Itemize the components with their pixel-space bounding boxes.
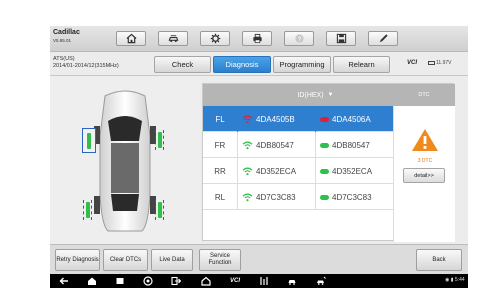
tire-position: FR — [203, 132, 238, 158]
car-diagram — [50, 76, 200, 244]
settings-button[interactable] — [200, 31, 230, 46]
signal-icon — [242, 167, 253, 175]
system-nav-bar: VCI ◉ ▮ 5:44 — [50, 274, 468, 288]
vehicle-manager-button[interactable] — [158, 31, 188, 46]
autel-home-icon[interactable] — [200, 276, 212, 286]
print-icon — [252, 33, 262, 43]
table-row[interactable]: FL 4DA4505B 4DA4506A — [203, 106, 393, 132]
top-toolbar: Cadillac V5.95.01 ? — [50, 26, 468, 52]
sensor-id-read: 4DB80547 — [256, 140, 294, 150]
nav-home-icon[interactable] — [86, 276, 98, 286]
save-button[interactable] — [326, 31, 356, 46]
signal-icon — [242, 115, 253, 123]
edit-icon — [379, 34, 388, 43]
vci-indicator: VCI — [407, 60, 418, 66]
tab-diagnosis[interactable]: Diagnosis — [213, 56, 271, 73]
battery-icon — [428, 60, 435, 65]
nav-back-icon[interactable] — [58, 276, 70, 286]
tire-position: RR — [203, 158, 238, 184]
exit-icon[interactable] — [170, 276, 182, 286]
table-row[interactable]: RR 4D352ECA 4D352ECA — [203, 158, 393, 184]
connection-icon[interactable] — [258, 276, 270, 286]
device-screen: Cadillac V5.95.01 ? ATS(US) 2014/01-2014… — [50, 26, 468, 288]
tire-rr-indicator[interactable] — [155, 200, 164, 220]
table-row[interactable]: RL 4D7C3C83 4D7C3C83 — [203, 184, 393, 210]
ecu-status-icon — [320, 142, 329, 148]
sensor-table: ID(HEX) ▼ DTC FL 4DA4505B 4DA4506A FR 4D… — [202, 83, 455, 242]
sensor-id-read: 4D7C3C83 — [256, 192, 296, 202]
software-version: V5.95.01 — [53, 38, 72, 43]
vehicle-name: Cadillac — [53, 29, 80, 36]
svg-text:?: ? — [297, 36, 301, 43]
save-icon — [336, 33, 346, 44]
car-top-view — [94, 90, 156, 232]
info-row: ATS(US) 2014/01-2014/12(315MHz) Check Di… — [50, 52, 468, 76]
dtc-panel: 3 DTC detail>> — [393, 106, 455, 242]
help-icon: ? — [294, 34, 304, 43]
sensor-id-read: 4DA4505B — [256, 114, 295, 124]
tire-rl-indicator[interactable] — [83, 200, 92, 220]
help-button[interactable]: ? — [284, 31, 314, 46]
home-icon — [126, 33, 136, 44]
home-button[interactable] — [116, 31, 146, 46]
sensor-id-ecu: 4D352ECA — [332, 166, 373, 176]
ecu-status-icon — [320, 168, 329, 174]
tire-position: FL — [203, 106, 238, 132]
tab-relearn[interactable]: Relearn — [333, 56, 390, 73]
vehicle-model: ATS(US) — [53, 56, 75, 62]
dtc-header: DTC — [418, 92, 430, 98]
dtc-count: 3 DTC — [417, 158, 433, 164]
battery-voltage: 11.97V — [428, 60, 451, 66]
print-button[interactable] — [242, 31, 272, 46]
vehicle-year-frequency: 2014/01-2014/12(315MHz) — [53, 63, 119, 69]
signal-icon — [242, 141, 253, 149]
sort-down-icon: ▼ — [327, 92, 334, 98]
table-row[interactable]: FR 4DB80547 4DB80547 — [203, 132, 393, 158]
tire-fl-indicator[interactable] — [82, 128, 96, 153]
status-clock: ◉ ▮ 5:44 — [445, 277, 465, 283]
warning-icon — [412, 129, 438, 151]
retry-diagnosis-button[interactable]: Retry Diagnosis — [55, 249, 100, 271]
ecu-status-icon — [320, 194, 329, 200]
detail-button[interactable]: detail>> — [403, 168, 445, 183]
sensor-id-ecu: 4DB80547 — [332, 140, 370, 150]
tire-fr-indicator[interactable] — [155, 130, 164, 150]
nav-recents-icon[interactable] — [114, 276, 126, 286]
live-data-button[interactable]: Live Data — [151, 249, 193, 271]
vci-icon[interactable]: VCI — [228, 276, 242, 286]
car-manager-icon — [168, 35, 178, 43]
sensor-id-ecu: 4D7C3C83 — [332, 192, 372, 202]
car-icon[interactable] — [286, 276, 298, 286]
id-hex-header[interactable]: ID(HEX) ▼ — [238, 84, 393, 106]
settings-icon — [210, 33, 220, 44]
service-function-button[interactable]: Service Function — [199, 249, 241, 271]
car-service-icon[interactable] — [314, 276, 328, 286]
vehicle-info: ATS(US) 2014/01-2014/12(315MHz) — [53, 56, 119, 70]
tab-check[interactable]: Check — [154, 56, 211, 73]
bottom-function-bar: Retry Diagnosis Clear DTCs Live Data Ser… — [50, 244, 468, 274]
signal-icon — [242, 193, 253, 201]
tire-position: RL — [203, 184, 238, 210]
tab-programming[interactable]: Programming — [273, 56, 331, 73]
clear-dtcs-button[interactable]: Clear DTCs — [103, 249, 148, 271]
table-header: ID(HEX) ▼ DTC — [203, 84, 455, 106]
sensor-id-ecu: 4DA4506A — [332, 114, 371, 124]
sensor-id-read: 4D352ECA — [256, 166, 297, 176]
main-content: ID(HEX) ▼ DTC FL 4DA4505B 4DA4506A FR 4D… — [50, 76, 468, 244]
browser-icon[interactable] — [142, 276, 154, 286]
ecu-status-icon — [320, 116, 329, 122]
back-button[interactable]: Back — [416, 249, 462, 271]
edit-button[interactable] — [368, 31, 398, 46]
wifi-status-icon: ◉ ▮ — [445, 277, 454, 283]
